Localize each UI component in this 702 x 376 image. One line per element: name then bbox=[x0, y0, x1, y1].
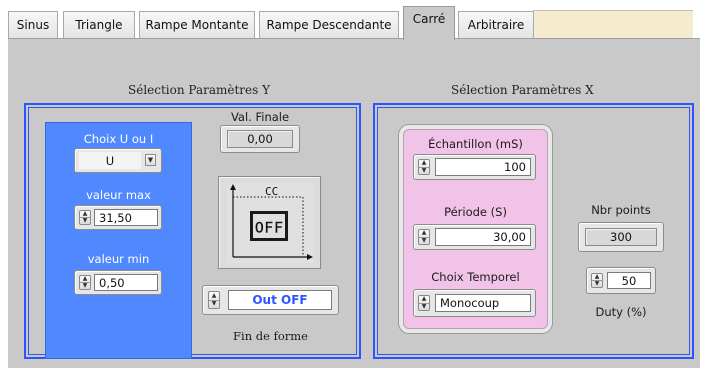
output-state-graph-svg: CC OFF bbox=[227, 183, 313, 263]
valeur-max-spinner[interactable]: ▲ ▼ bbox=[79, 210, 91, 225]
tab-carre[interactable]: Carré bbox=[403, 6, 455, 40]
choix-temporel-select[interactable]: Monocoup bbox=[435, 294, 531, 312]
choix-u-ou-i-label: Choix U ou I bbox=[83, 132, 154, 146]
echantillon-spinner[interactable]: ▲ ▼ bbox=[418, 159, 430, 175]
tab-content-panel: Sélection Paramètres Y Choix U ou I U ▼ … bbox=[8, 38, 700, 368]
echantillon-input[interactable]: 100 bbox=[435, 158, 531, 176]
tab-rampe-montante[interactable]: Rampe Montante bbox=[139, 11, 255, 38]
periode-frame: ▲ ▼ 30,00 bbox=[413, 224, 536, 250]
periode-input[interactable]: 30,00 bbox=[435, 228, 531, 246]
duty-spinner[interactable]: ▲ ▼ bbox=[591, 273, 603, 288]
graph-caption: CC bbox=[265, 185, 278, 198]
duty-input[interactable]: 50 bbox=[607, 272, 651, 289]
tab-arbitraire[interactable]: Arbitraire bbox=[458, 11, 534, 38]
graph-screen-text: OFF bbox=[255, 218, 284, 237]
echantillon-frame: ▲ ▼ 100 bbox=[413, 154, 536, 180]
fin-de-forme-frame: ▲ ▼ Out OFF bbox=[202, 285, 339, 315]
temporal-params-panel: Échantillon (mS) ▲ ▼ 100 Période (S) ▲ ▼ 3… bbox=[403, 129, 548, 329]
valeur-min-frame: ▲ ▼ 0,50 bbox=[74, 270, 162, 295]
tab-sinus[interactable]: Sinus bbox=[8, 11, 58, 38]
choix-temporel-label: Choix Temporel bbox=[431, 270, 520, 284]
tab-bar-filler bbox=[533, 10, 693, 38]
fin-de-forme-select[interactable]: Out OFF bbox=[228, 290, 332, 310]
valeur-max-frame: ▲ ▼ 31,50 bbox=[74, 205, 162, 230]
fin-de-forme-label: Fin de forme bbox=[233, 329, 308, 343]
duty-frame: ▲ ▼ 50 bbox=[586, 267, 656, 294]
duty-label: Duty (%) bbox=[595, 305, 647, 319]
val-finale-frame: 0,00 bbox=[220, 125, 300, 153]
choix-ui-panel: Choix U ou I U ▼ valeur max ▲ ▼ 31,50 val… bbox=[45, 122, 192, 359]
nbr-points-frame: 300 bbox=[578, 222, 664, 252]
section-y-title: Sélection Paramètres Y bbox=[128, 83, 271, 97]
choix-temporel-frame: ▲ ▼ Monocoup bbox=[413, 289, 536, 317]
periode-spinner[interactable]: ▲ ▼ bbox=[418, 229, 430, 245]
val-finale-indicator: 0,00 bbox=[227, 130, 293, 148]
valeur-min-label: valeur min bbox=[87, 252, 150, 266]
periode-label: Période (S) bbox=[444, 205, 507, 219]
tab-triangle[interactable]: Triangle bbox=[63, 11, 135, 38]
valeur-max-label: valeur max bbox=[86, 188, 151, 202]
nbr-points-label: Nbr points bbox=[591, 203, 651, 217]
valeur-max-input[interactable]: 31,50 bbox=[94, 209, 158, 226]
choix-temporel-spinner[interactable]: ▲ ▼ bbox=[418, 295, 430, 311]
valeur-min-spinner[interactable]: ▲ ▼ bbox=[79, 275, 91, 290]
tab-rampe-descendante[interactable]: Rampe Descendante bbox=[259, 11, 399, 38]
choix-u-ou-i-frame: U ▼ bbox=[74, 148, 162, 173]
tab-bar: Sinus Triangle Rampe Montante Rampe Desc… bbox=[0, 0, 702, 40]
section-x-title: Sélection Paramètres X bbox=[451, 83, 594, 97]
chevron-down-icon[interactable]: ▼ bbox=[145, 154, 156, 166]
val-finale-label: Val. Finale bbox=[230, 110, 290, 124]
valeur-min-input[interactable]: 0,50 bbox=[94, 274, 158, 291]
choix-u-ou-i-select[interactable]: U bbox=[79, 152, 141, 169]
nbr-points-indicator: 300 bbox=[585, 228, 657, 246]
echantillon-label: Échantillon (mS) bbox=[428, 137, 523, 151]
output-state-graph: CC OFF bbox=[218, 176, 321, 269]
fin-de-forme-spinner[interactable]: ▲ ▼ bbox=[208, 291, 220, 309]
